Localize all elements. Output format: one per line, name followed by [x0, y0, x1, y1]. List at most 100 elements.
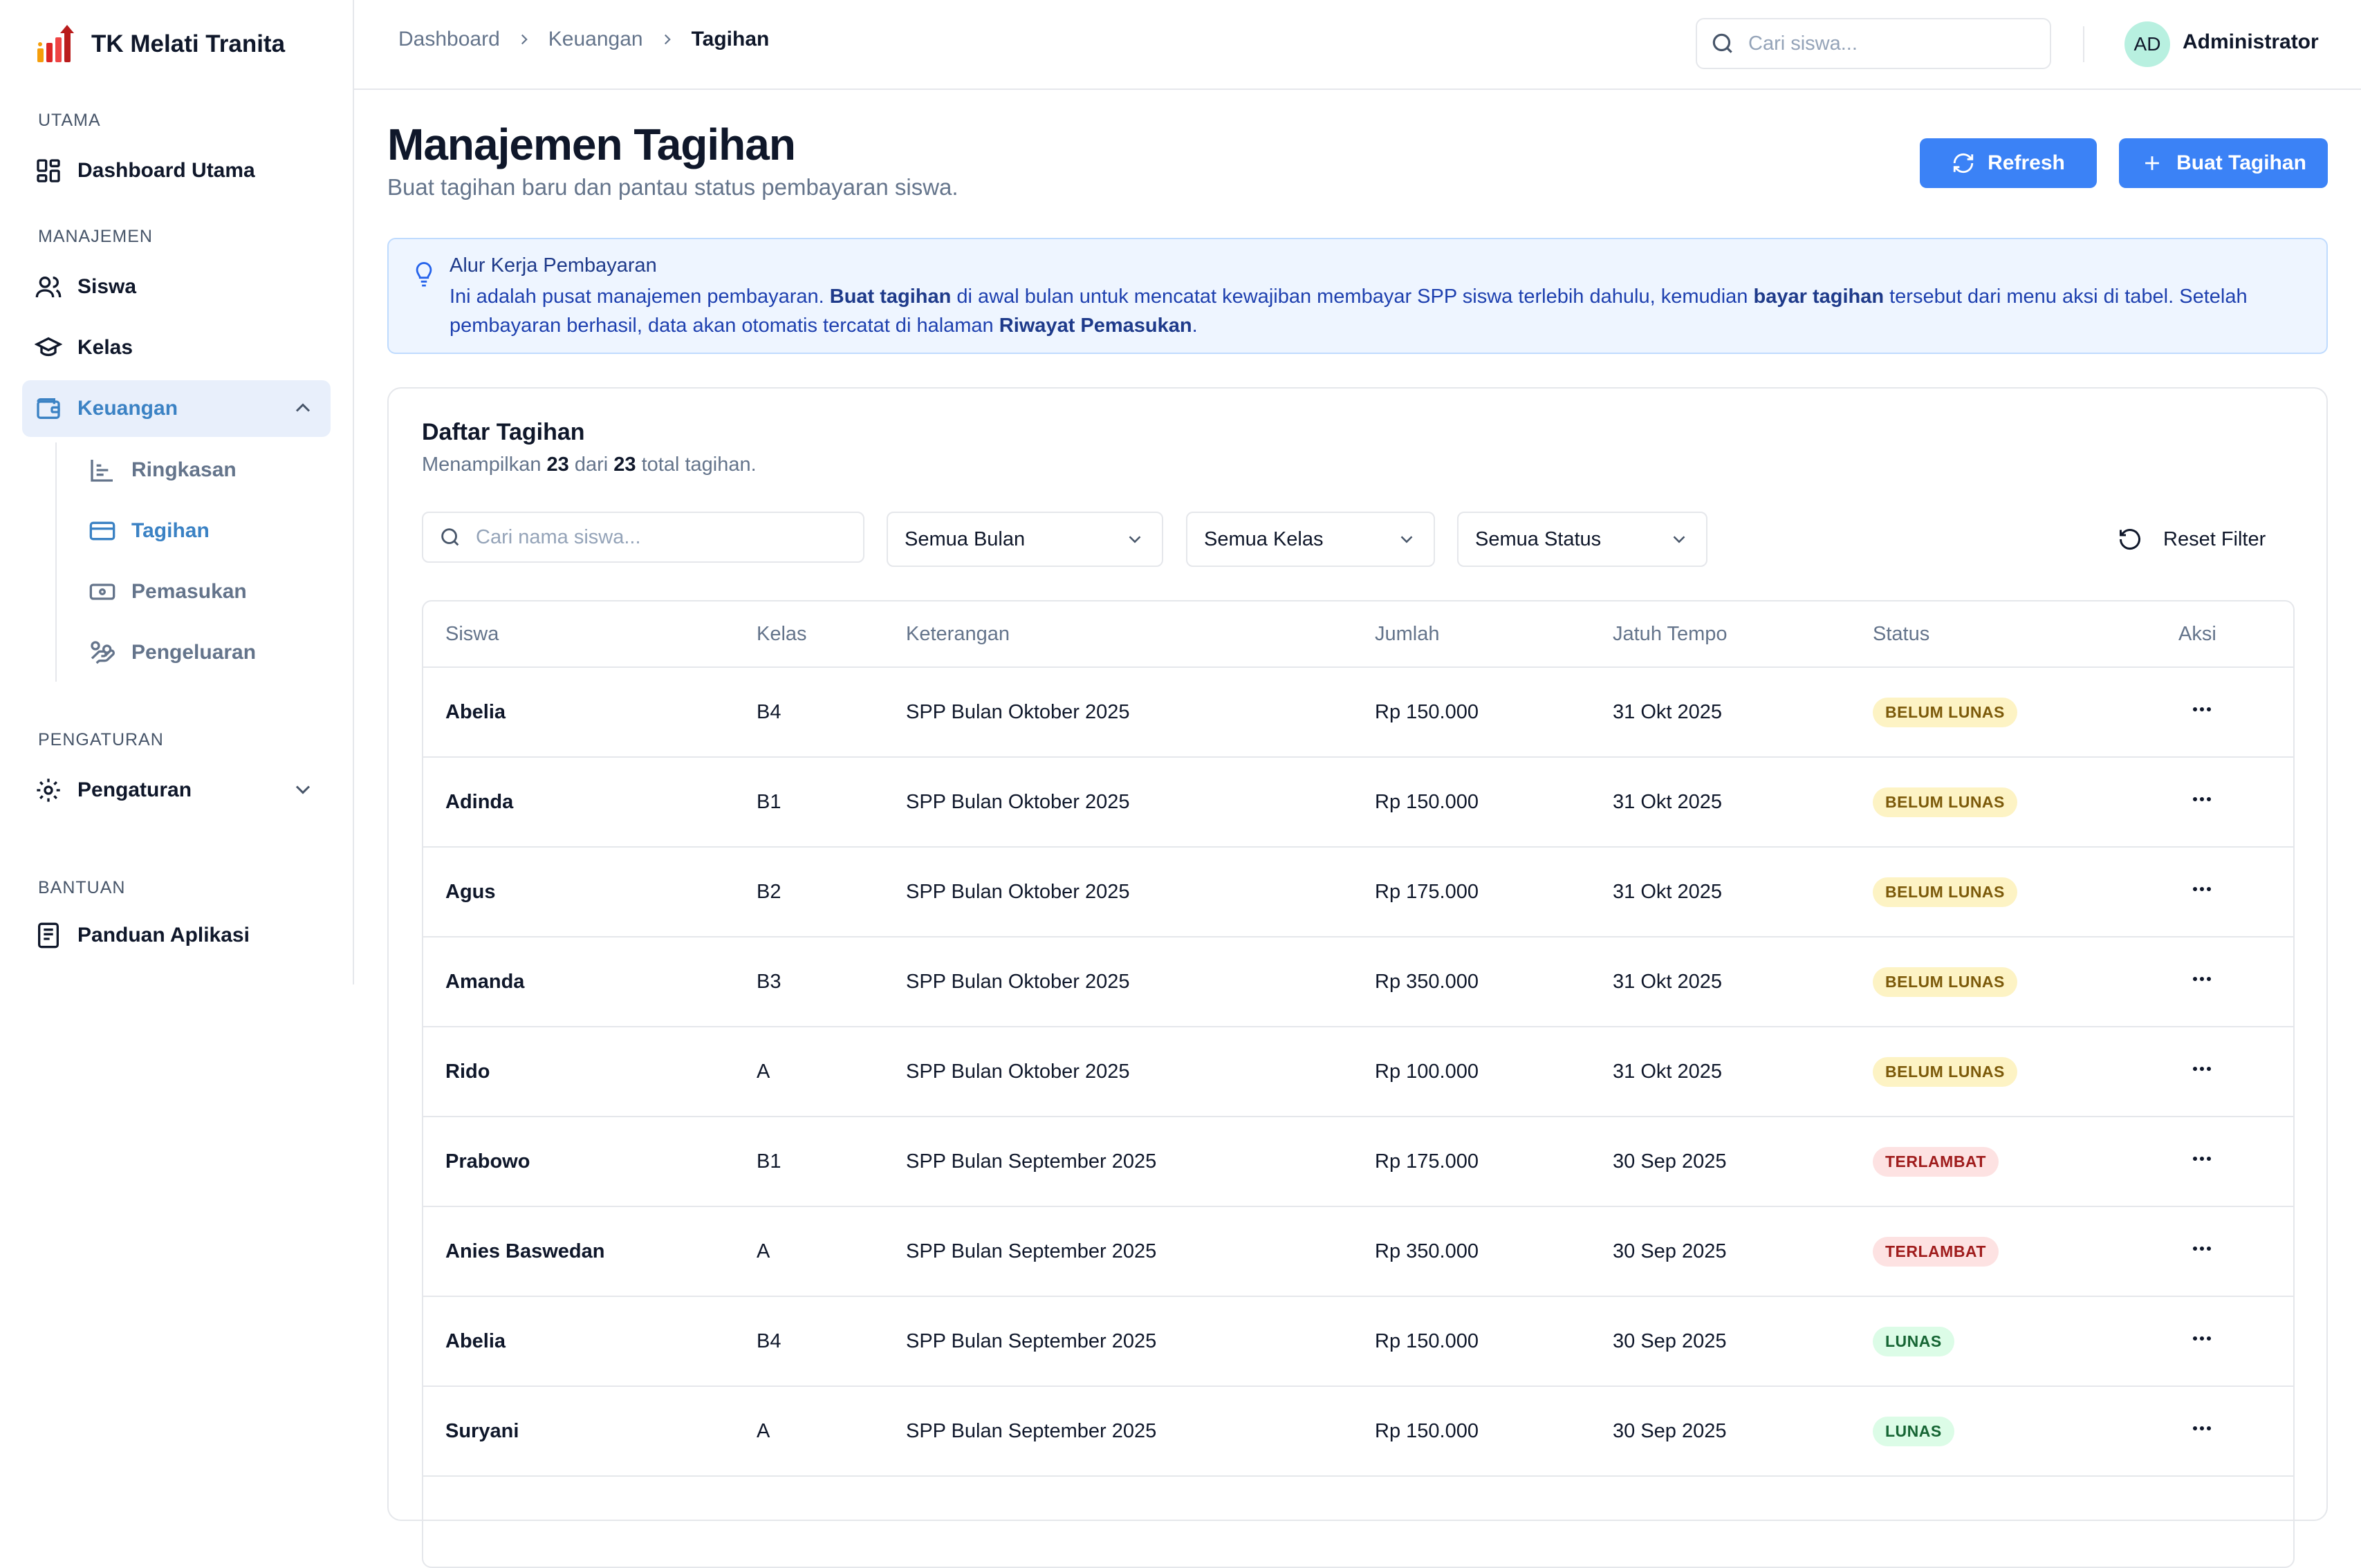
chevron-right-icon	[521, 34, 528, 45]
cell-aksi	[2178, 1386, 2293, 1477]
more-horizontal-icon[interactable]	[2178, 1235, 2216, 1262]
status-badge: BELUM LUNAS	[1873, 787, 2017, 817]
cell-status: LUNAS	[1873, 1296, 2178, 1387]
avatar[interactable]: AD	[2124, 21, 2170, 67]
reset-filter-button[interactable]: Reset Filter	[2118, 512, 2266, 567]
sidebar-item-panduan[interactable]: Panduan Aplikasi	[22, 907, 331, 964]
refresh-icon	[1953, 153, 1974, 174]
sidebar-subitem-tagihan[interactable]: Tagihan	[89, 507, 210, 555]
search-icon	[441, 528, 459, 546]
chevron-down-icon	[295, 785, 311, 794]
workflow-info-box: Alur Kerja Pembayaran Ini adalah pusat m…	[387, 238, 2328, 354]
cell-jatuh-tempo: 31 Okt 2025	[1613, 757, 1873, 848]
cell-kelas: B1	[757, 1117, 906, 1207]
status-filter-select[interactable]: Semua Status	[1457, 512, 1707, 567]
sidebar-item-label: Pengaturan	[77, 778, 192, 801]
month-filter-select[interactable]: Semua Bulan	[887, 512, 1163, 567]
class-filter-select[interactable]: Semua Kelas	[1186, 512, 1435, 567]
brand[interactable]: TK Melati Tranita	[35, 19, 285, 69]
more-horizontal-icon[interactable]	[2178, 1325, 2216, 1352]
table-header-row: Siswa Kelas Keterangan Jumlah Jatuh Temp…	[423, 601, 2293, 668]
more-horizontal-icon[interactable]	[2178, 696, 2216, 723]
cell-jumlah: Rp 350.000	[1375, 937, 1613, 1027]
cell-jatuh-tempo: 30 Sep 2025	[1613, 1386, 1873, 1477]
bill-list-card: Daftar Tagihan Menampilkan 23 dari 23 to…	[387, 387, 2328, 1568]
lightbulb-icon	[416, 262, 432, 287]
chevron-up-icon	[295, 403, 311, 412]
sidebar-item-pengaturan[interactable]: Pengaturan	[22, 762, 331, 819]
sidebar-item-siswa[interactable]: Siswa	[22, 259, 331, 315]
global-search[interactable]	[1696, 18, 2051, 69]
bar-chart-icon	[91, 460, 113, 482]
col-status: Status	[1873, 601, 2178, 668]
status-badge: LUNAS	[1873, 1326, 1954, 1356]
status-badge: TERLAMBAT	[1873, 1146, 1999, 1177]
sidebar-item-label: Dashboard Utama	[77, 159, 255, 182]
page-title: Manajemen Tagihan	[387, 120, 796, 169]
cell-jatuh-tempo: 30 Sep 2025	[1613, 1117, 1873, 1207]
shown-count: 23	[546, 454, 569, 476]
sidebar-subitem-pemasukan[interactable]: Pemasukan	[89, 568, 247, 616]
info-text-part: di awal bulan untuk mencatat kewajiban m…	[951, 286, 1754, 308]
cell-status: BELUM LUNAS	[1873, 667, 2178, 758]
col-jatuh-tempo: Jatuh Tempo	[1613, 601, 1873, 668]
table-row: Adinda B1 SPP Bulan Oktober 2025 Rp 150.000…	[423, 757, 2293, 848]
cell-aksi	[2178, 937, 2293, 1027]
sidebar-item-kelas[interactable]: Kelas	[22, 319, 331, 376]
card-title: Daftar Tagihan	[422, 419, 585, 445]
cell-jumlah: Rp 100.000	[1375, 1027, 1613, 1117]
cell-jumlah: Rp 150.000	[1375, 1386, 1613, 1477]
cell-kelas: B2	[757, 847, 906, 937]
more-horizontal-icon[interactable]	[2178, 1145, 2216, 1173]
book-icon	[38, 922, 59, 949]
sidebar-item-keuangan[interactable]: Keuangan	[22, 380, 331, 437]
more-horizontal-icon[interactable]	[2178, 1415, 2216, 1442]
more-horizontal-icon[interactable]	[2178, 785, 2216, 813]
summary-text: Menampilkan	[422, 454, 547, 476]
status-badge: BELUM LUNAS	[1873, 697, 2017, 727]
refresh-button[interactable]: Refresh	[1920, 138, 2097, 188]
hand-coins-icon	[91, 641, 115, 664]
sidebar-item-label: Kelas	[77, 336, 133, 359]
more-horizontal-icon[interactable]	[2178, 875, 2216, 903]
sidebar: TK Melati Tranita UTAMA Dashboard Utama …	[0, 0, 353, 1475]
student-search-input[interactable]	[474, 525, 740, 550]
cell-kelas: A	[757, 1206, 906, 1297]
cell-siswa: Rido	[423, 1027, 757, 1117]
student-search[interactable]	[422, 512, 864, 563]
cell-aksi	[2178, 1206, 2293, 1297]
gear-icon	[37, 778, 60, 802]
cell-status: LUNAS	[1873, 1386, 2178, 1477]
info-bold-buat-tagihan: Buat tagihan	[829, 286, 952, 308]
cell-keterangan: SPP Bulan Oktober 2025	[906, 667, 1375, 758]
breadcrumb-keuangan[interactable]: Keuangan	[548, 28, 643, 51]
sidebar-subitem-label: Pengeluaran	[131, 641, 257, 664]
sidebar-subitem-pengeluaran[interactable]: Pengeluaran	[89, 628, 256, 677]
user-name[interactable]: Administrator	[2183, 30, 2319, 54]
more-horizontal-icon[interactable]	[2178, 965, 2216, 993]
summary-text: total tagihan.	[636, 454, 757, 476]
global-search-input[interactable]	[1747, 31, 2012, 56]
create-bill-button[interactable]: Buat Tagihan	[2119, 138, 2328, 188]
info-title: Alur Kerja Pembayaran	[450, 254, 657, 277]
sidebar-item-dashboard[interactable]: Dashboard Utama	[22, 142, 331, 199]
cell-kelas: B3	[757, 937, 906, 1027]
sidebar-subitem-ringkasan[interactable]: Ringkasan	[89, 446, 237, 494]
dashboard-grid-icon	[37, 159, 60, 183]
cell-kelas: B4	[757, 667, 906, 758]
cell-siswa: Abelia	[423, 667, 757, 758]
cell-siswa: Agus	[423, 847, 757, 937]
table-row: Amanda B3 SPP Bulan Oktober 2025 Rp 350.000…	[423, 937, 2293, 1027]
info-text: Ini adalah pusat manajemen pembayaran. B…	[450, 282, 2303, 340]
cell-jumlah: Rp 175.000	[1375, 847, 1613, 937]
breadcrumb-dashboard[interactable]: Dashboard	[398, 28, 500, 51]
app-root: TK Melati Tranita UTAMA Dashboard Utama …	[0, 0, 2361, 1568]
card-summary: Menampilkan 23 dari 23 total tagihan.	[422, 454, 757, 476]
table-row: Suryani A SPP Bulan September 2025 Rp 150.0…	[423, 1386, 2293, 1477]
cell-keterangan: SPP Bulan Oktober 2025	[906, 937, 1375, 1027]
info-link-riwayat-pemasukan[interactable]: Riwayat Pemasukan	[999, 315, 1192, 337]
table-row: Prabowo B1 SPP Bulan September 2025 Rp 175.…	[423, 1117, 2293, 1207]
more-horizontal-icon[interactable]	[2178, 1055, 2216, 1083]
chevron-right-icon	[664, 34, 671, 45]
status-filter-value: Semua Status	[1475, 528, 1602, 550]
